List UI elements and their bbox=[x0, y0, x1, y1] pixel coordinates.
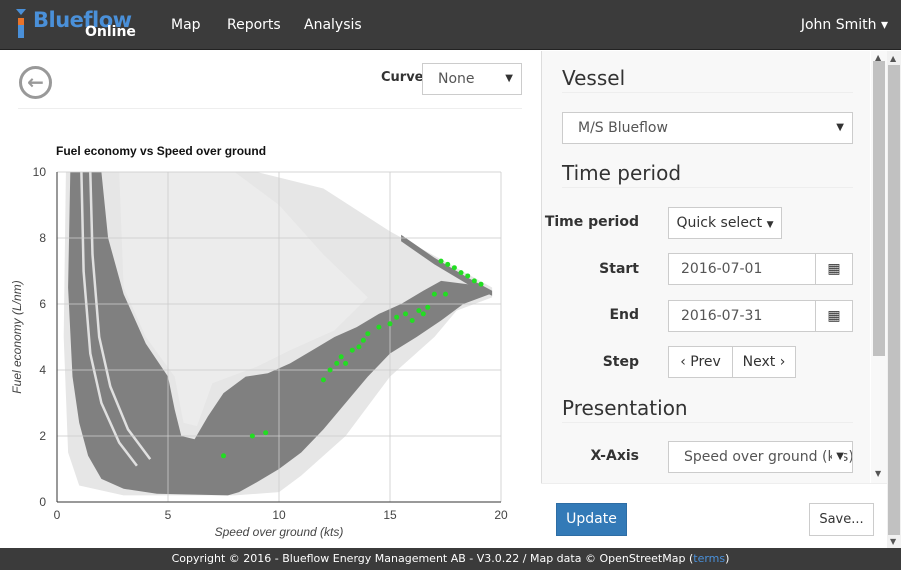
divider bbox=[562, 187, 853, 188]
highlight-point bbox=[445, 261, 451, 267]
highlight-point bbox=[360, 337, 366, 343]
caret-down-icon: ▼ bbox=[832, 442, 844, 472]
nav-analysis[interactable]: Analysis bbox=[304, 17, 362, 33]
logo-subtext: Online bbox=[85, 24, 136, 40]
vessel-heading: Vessel bbox=[562, 66, 626, 90]
calendar-icon[interactable]: ▦ bbox=[815, 253, 853, 285]
scrollbar-thumb[interactable] bbox=[888, 65, 900, 535]
highlight-point bbox=[334, 360, 340, 366]
y-tick-label: 8 bbox=[39, 231, 46, 245]
x-tick-label: 20 bbox=[494, 508, 508, 522]
scroll-down-icon[interactable]: ▼ bbox=[890, 537, 896, 546]
highlight-point bbox=[465, 273, 471, 279]
highlight-point bbox=[416, 308, 422, 314]
highlight-point bbox=[451, 265, 457, 271]
highlight-point bbox=[338, 354, 344, 360]
end-date-input[interactable]: 2016-07-31 bbox=[668, 300, 816, 332]
highlight-point bbox=[349, 347, 355, 353]
start-label: Start bbox=[599, 261, 639, 277]
y-axis-title: Fuel economy (L/nm) bbox=[10, 280, 24, 393]
scatter-chart: 0 5 10 15 20 0 2 4 6 8 10 Speed over ground (kts) Fu… bbox=[10, 165, 508, 539]
highlight-point bbox=[263, 430, 269, 436]
time-period-heading: Time period bbox=[562, 161, 682, 185]
action-bar: Update Save... bbox=[541, 483, 887, 548]
highlight-point bbox=[376, 324, 382, 330]
highlight-point bbox=[327, 367, 333, 373]
highlight-point bbox=[394, 314, 400, 320]
step-label: Step bbox=[602, 354, 639, 370]
highlight-point bbox=[409, 318, 415, 323]
x-tick-label: 15 bbox=[383, 508, 397, 522]
y-tick-label: 6 bbox=[39, 297, 46, 311]
footer-text: Copyright © 2016 - Blueflow Energy Manag… bbox=[171, 552, 694, 565]
vessel-select[interactable]: M/S Blueflow ▼ bbox=[562, 112, 853, 144]
highlight-point bbox=[365, 331, 371, 337]
nav-map[interactable]: Map bbox=[171, 17, 201, 33]
time-period-label: Time period bbox=[544, 214, 639, 230]
page-scrollbar[interactable]: ▲ ▼ bbox=[887, 51, 901, 548]
x-axis-title: Speed over ground (kts) bbox=[215, 525, 344, 539]
divider bbox=[562, 92, 853, 93]
y-tick-label: 2 bbox=[39, 429, 46, 443]
x-axis-value: Speed over ground (kts) bbox=[684, 449, 853, 465]
chart-panel: ← Curve None ▼ Fuel economy vs Speed over… bbox=[0, 51, 541, 548]
highlight-point bbox=[478, 281, 484, 287]
calendar-icon[interactable]: ▦ bbox=[815, 300, 853, 332]
terms-link[interactable]: terms bbox=[693, 552, 725, 565]
navbar: Blueflow Online Map Reports Analysis Joh… bbox=[0, 0, 901, 50]
quick-select-dropdown[interactable]: Quick select ▼ bbox=[668, 207, 782, 239]
highlight-point bbox=[343, 360, 349, 366]
logo-icon bbox=[16, 9, 26, 15]
vessel-value: M/S Blueflow bbox=[578, 120, 668, 136]
y-tick-label: 4 bbox=[39, 363, 46, 377]
highlight-point bbox=[471, 278, 477, 284]
footer: Copyright © 2016 - Blueflow Energy Manag… bbox=[0, 548, 901, 570]
highlight-point bbox=[458, 270, 464, 276]
user-menu[interactable]: John Smith ▾ bbox=[801, 17, 888, 33]
divider bbox=[562, 422, 853, 423]
footer-text-end: ) bbox=[725, 552, 730, 565]
settings-panel: Vessel M/S Blueflow ▼ Time period Time pe… bbox=[541, 51, 870, 483]
panel-scrollbar[interactable]: ▲ ▼ bbox=[871, 51, 887, 483]
prev-button[interactable]: ‹ Prev bbox=[668, 346, 733, 378]
highlight-point bbox=[431, 291, 437, 297]
scrollbar-thumb[interactable] bbox=[873, 61, 885, 356]
highlight-point bbox=[320, 377, 326, 383]
caret-down-icon: ▼ bbox=[836, 122, 844, 133]
y-tick-label: 0 bbox=[39, 495, 46, 509]
highlight-point bbox=[438, 258, 444, 264]
highlight-point bbox=[356, 344, 362, 350]
y-tick-label: 10 bbox=[33, 165, 47, 179]
highlight-point bbox=[420, 311, 426, 317]
highlight-point bbox=[249, 433, 255, 439]
x-tick-label: 10 bbox=[272, 508, 286, 522]
logo[interactable]: Blueflow Online bbox=[15, 8, 136, 44]
update-button[interactable]: Update bbox=[556, 503, 627, 536]
highlight-point bbox=[387, 321, 393, 327]
caret-down-icon: ▼ bbox=[766, 220, 774, 230]
highlight-point bbox=[443, 291, 448, 297]
x-axis-label: X-Axis bbox=[590, 448, 639, 464]
scroll-up-icon[interactable]: ▲ bbox=[890, 54, 896, 63]
scroll-down-icon[interactable]: ▼ bbox=[875, 469, 881, 478]
highlight-point bbox=[425, 304, 431, 310]
nav-reports[interactable]: Reports bbox=[227, 17, 281, 33]
presentation-heading: Presentation bbox=[562, 396, 688, 420]
save-button[interactable]: Save... bbox=[809, 503, 874, 536]
start-date-input[interactable]: 2016-07-01 bbox=[668, 253, 816, 285]
highlight-point bbox=[221, 453, 226, 459]
quick-select-label: Quick select bbox=[676, 215, 763, 231]
x-tick-label: 5 bbox=[165, 508, 172, 522]
next-button[interactable]: Next › bbox=[732, 346, 796, 378]
x-axis-select[interactable]: Speed over ground (kts) ▼ bbox=[668, 441, 853, 473]
end-label: End bbox=[609, 307, 639, 323]
highlight-point bbox=[403, 311, 409, 317]
x-tick-label: 0 bbox=[54, 508, 61, 522]
